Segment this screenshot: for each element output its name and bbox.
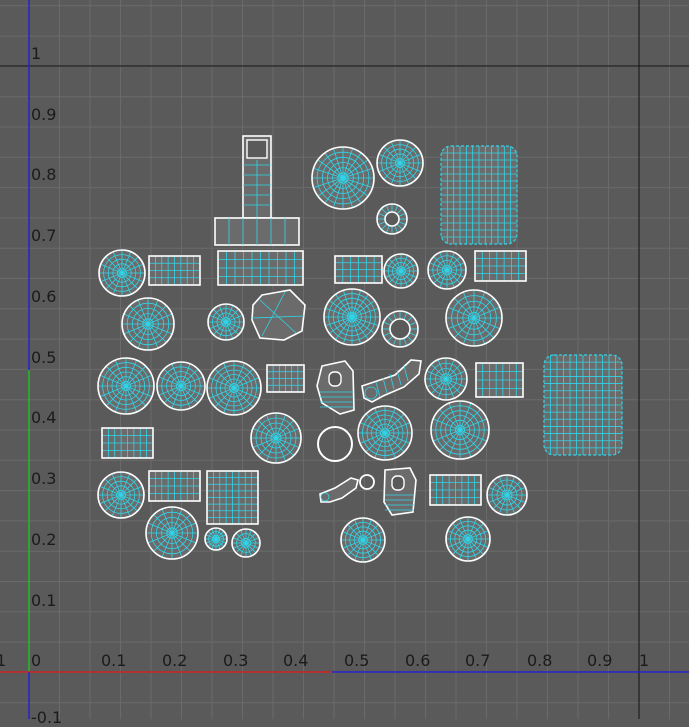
uv-shell-disc[interactable] [376,139,424,187]
u-axis-label: 0.7 [465,651,491,670]
u-axis-label: 0.3 [223,651,249,670]
uv-shell-disc[interactable] [145,506,199,560]
u-axis-label: 1 [639,651,650,670]
uv-shell-disc[interactable] [424,357,468,401]
uv-shell-ring[interactable] [376,203,408,235]
uv-shell-disc[interactable] [357,405,413,461]
uv-shell-grid[interactable] [334,255,383,284]
v-axis-label: 0.3 [31,469,57,488]
uv-shell-grid[interactable] [148,470,201,502]
uv-shell-disc[interactable] [121,297,175,351]
uv-shell-disc[interactable] [445,516,491,562]
uv-shell-disc[interactable] [206,360,262,416]
u-axis-label: 0.2 [162,651,188,670]
v-axis-label: 1 [31,44,42,63]
v-axis-label: 0.4 [31,408,57,427]
uv-viewport[interactable] [0,0,689,719]
v-axis-label: 0.7 [31,226,57,245]
v-axis-label: 0.5 [31,348,57,367]
uv-shell-grid[interactable] [101,427,154,459]
uv-shell-disc[interactable] [156,361,206,411]
uv-shell-grid[interactable] [440,145,518,245]
u-axis-label: 0.8 [527,651,553,670]
uv-shell-disc[interactable] [231,528,261,558]
uv-shell-grid[interactable] [266,364,305,393]
v-axis-label: -0.1 [31,708,63,727]
uv-shell-grid[interactable] [206,470,259,525]
v-axis-label: 0.2 [31,530,57,549]
u-axis-label: 0.1 [101,651,127,670]
uv-shell-disc[interactable] [383,253,419,289]
u-axis-label: 0 [31,651,42,670]
uv-shell-ring[interactable] [381,310,419,348]
uv-shell-disc[interactable] [250,412,302,464]
v-axis-label: 0.9 [31,105,57,124]
uv-shell-disc[interactable] [207,303,245,341]
u-axis-label: 0.9 [587,651,613,670]
uv-shell-disc[interactable] [323,288,381,346]
u-axis-label: 0.5 [344,651,370,670]
uv-shell-bone-2[interactable] [383,467,417,516]
v-axis-label: 0.8 [31,165,57,184]
u-axis-label: 0.6 [405,651,431,670]
v-axis-label: 0.6 [31,287,57,306]
uv-shell-grid[interactable] [475,362,524,398]
uv-shell-disc[interactable] [204,527,228,551]
uv-shell-disc[interactable] [445,289,503,347]
uv-shell-disc[interactable] [427,250,467,290]
uv-shell-disc[interactable] [430,400,490,460]
uv-shell-grid[interactable] [429,474,482,506]
uv-shell-disc[interactable] [98,249,146,297]
u-axis-label: 0.4 [283,651,309,670]
uv-shell-grid[interactable] [474,250,527,282]
uv-shell-disc[interactable] [486,474,528,516]
uv-shell-grid[interactable] [543,354,623,456]
uv-shell-grid[interactable] [148,255,201,286]
uv-shell-disc[interactable] [97,357,155,415]
uv-shell-grid[interactable] [217,250,304,286]
uv-shell-disc[interactable] [340,517,386,563]
uv-shell-blob[interactable] [251,289,306,341]
uv-shell-disc[interactable] [97,471,145,519]
uv-shell-disc[interactable] [311,146,375,210]
left-edge-label: 1 [0,651,7,670]
v-axis-label: 0.1 [31,591,57,610]
